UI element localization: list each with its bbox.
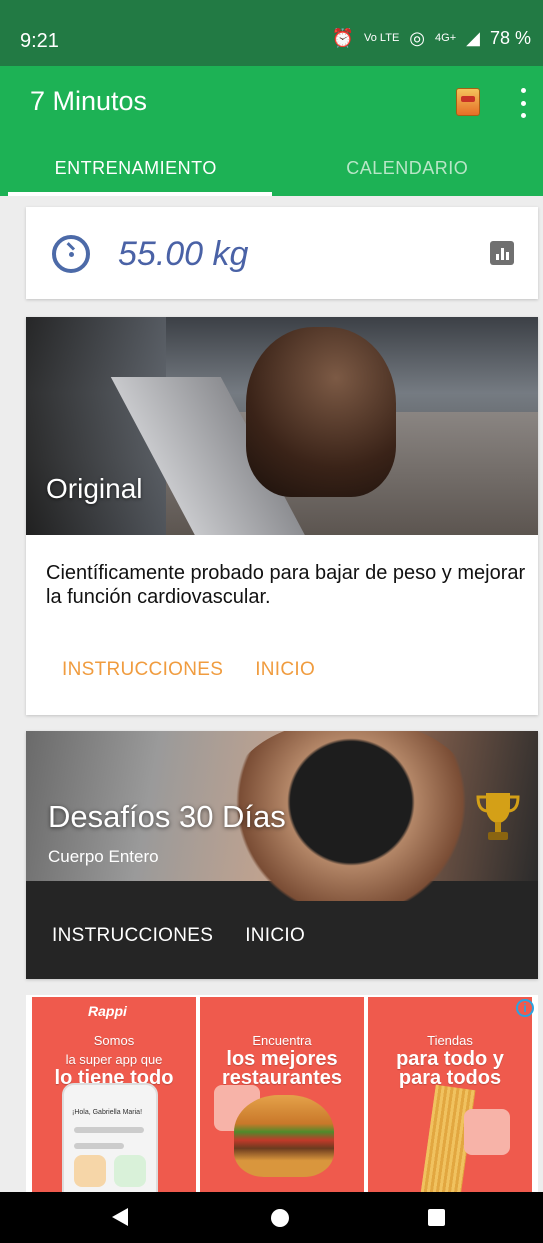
promo-badge-icon[interactable] [456,88,480,116]
trophy-icon [476,793,520,840]
original-hero-image[interactable]: Original [26,317,538,535]
volte-icon: Vo LTE [364,32,400,44]
weight-value: 55.00 kg [118,235,249,273]
original-description: Científicamente probado para bajar de pe… [46,562,526,608]
recent-apps-icon[interactable] [428,1209,445,1226]
ad-tile-rappi[interactable]: Rappi Somos la super app que lo tiene to… [32,997,196,1192]
overflow-menu-icon[interactable] [519,88,527,118]
alarm-icon: ⏰ [331,28,355,48]
original-workout-card: Original Científicamente probado para ba… [26,317,538,715]
original-start-button[interactable]: INICIO [255,659,315,681]
original-title: Original [46,473,143,504]
tab-calendario[interactable]: CALENDARIO [272,142,543,196]
battery-text: 78 % [489,28,531,48]
tabs: ENTRENAMIENTO CALENDARIO [0,142,543,196]
app-bar: 7 Minutos ENTRENAMIENTO CALENDARIO [0,66,543,196]
ad-banner[interactable]: Rappi Somos la super app que lo tiene to… [26,995,538,1192]
challenge-card: Desafíos 30 Días Cuerpo Entero INSTRUCCI… [26,731,538,979]
status-icons: ⏰ Vo LTE ◎ 4G+ ◢ 78 % [332,28,531,49]
tab-entrenamiento[interactable]: ENTRENAMIENTO [0,142,272,196]
burger-image [234,1095,334,1177]
speedometer-icon [52,235,90,273]
bar-chart-icon[interactable] [490,241,514,265]
challenge-subtitle: Cuerpo Entero [48,847,159,866]
original-instructions-button[interactable]: INSTRUCCIONES [62,659,223,681]
ad-tile-restaurants[interactable]: Encuentra los mejores restaurantes [200,997,364,1192]
home-icon[interactable] [271,1209,289,1227]
signal-icon: ◢ [466,28,480,48]
challenge-title: Desafíos 30 Días [48,799,286,834]
phone-mockup: ¡Hola, Gabriella Maria! [62,1083,158,1192]
phone-greeting: ¡Hola, Gabriella Maria! [72,1109,143,1116]
ad-info-icon[interactable]: i [516,999,534,1017]
ad-tile-stores[interactable]: Tiendas para todo y para todos [368,997,532,1192]
app-title: 7 Minutos [30,86,148,116]
status-time: 9:21 [20,30,59,52]
challenge-instructions-button[interactable]: INSTRUCCIONES [52,925,213,947]
network-label: 4G+ [435,32,457,44]
ad-text: para todos [398,1067,502,1089]
weight-card[interactable]: 55.00 kg [26,207,538,299]
rappi-logo: Rappi [88,1003,127,1019]
original-actions: INSTRUCCIONES INICIO [62,659,315,681]
ad-text: Somos [93,1033,135,1048]
status-bar: 9:21 ⏰ Vo LTE ◎ 4G+ ◢ 78 % [0,0,543,66]
navigation-bar [0,1192,543,1243]
hotspot-icon: ◎ [409,28,426,48]
challenge-start-button[interactable]: INICIO [245,925,305,947]
challenge-actions: INSTRUCCIONES INICIO [52,925,305,947]
back-icon[interactable] [112,1208,128,1226]
